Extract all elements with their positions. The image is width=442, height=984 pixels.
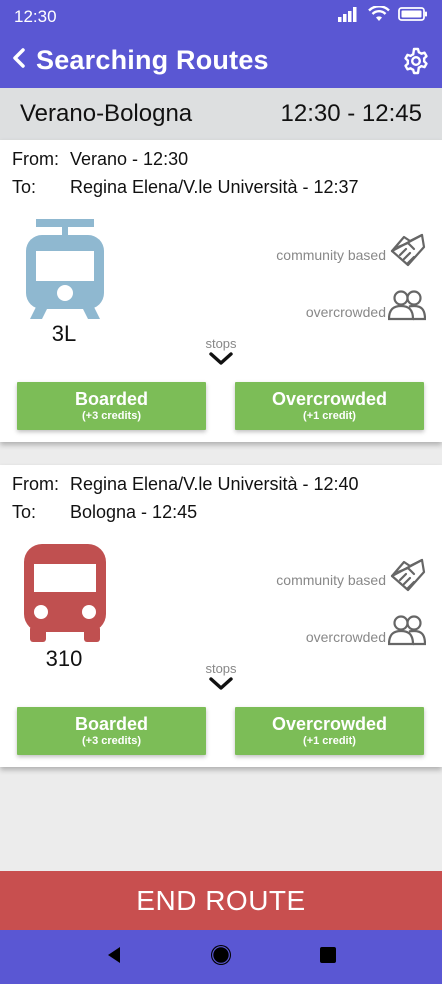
back-button[interactable] [2,33,36,88]
handshake-icon [388,233,426,274]
gear-icon [402,47,430,79]
stops-label: stops [205,661,237,676]
stops-label: stops [205,336,237,351]
route-name: Verano-Bologna [20,100,193,127]
overcrowded-button[interactable]: Overcrowded (+1 credit) [235,382,424,430]
overcrowded-btn-label: Overcrowded [271,714,388,734]
overcrowded-credits: (+1 credit) [303,735,356,747]
chevron-down-icon [208,352,234,371]
leg-from-row: From: Verano - 12:30 [12,149,188,170]
route-leg-card: From: Regina Elena/V.le Università - 12:… [0,465,442,767]
recents-square-icon [319,946,337,969]
home-circle-icon [210,944,232,971]
line-number: 310 [45,646,83,671]
overcrowded-button[interactable]: Overcrowded (+1 credit) [235,707,424,755]
from-value: Verano - 12:30 [70,149,189,169]
route-header: Verano-Bologna 12:30 - 12:45 [0,88,442,140]
route-time-range: 12:30 - 12:45 [280,100,422,127]
community-based-label: community based [276,247,386,263]
battery-icon [398,6,428,27]
to-value: Bologna - 12:45 [70,502,198,522]
nav-back-button[interactable] [99,942,129,972]
end-route-button[interactable]: END ROUTE [0,871,442,930]
app-bar: Searching Routes [0,33,442,88]
settings-button[interactable] [402,47,430,75]
boarded-label: Boarded [74,714,148,734]
status-icons [338,5,428,27]
handshake-icon [388,558,426,599]
status-bar: 12:30 [0,0,442,33]
to-label: To: [12,177,37,197]
boarded-label: Boarded [74,389,148,409]
back-triangle-icon [105,946,123,969]
system-nav-bar [0,930,442,984]
route-leg-card: From: Verano - 12:30 To: Regina Elena/V.… [0,140,442,442]
chevron-left-icon [11,47,27,74]
overcrowded-label: overcrowded [305,629,386,645]
overcrowded-credits: (+1 credit) [303,410,356,422]
stops-toggle[interactable]: stops [196,661,246,697]
bus-icon [24,544,106,649]
boarded-credits: (+3 credits) [82,735,141,747]
boarded-button[interactable]: Boarded (+3 credits) [17,382,206,430]
line-number: 3L [51,321,77,346]
from-value: Regina Elena/V.le Università - 12:40 [70,474,359,494]
people-icon [387,614,427,651]
signal-icon [338,6,360,27]
page-title: Searching Routes [36,45,269,75]
overcrowded-label: overcrowded [305,304,386,320]
to-value: Regina Elena/V.le Università - 12:37 [70,177,359,197]
status-time: 12:30 [14,6,57,26]
boarded-credits: (+3 credits) [82,410,141,422]
chevron-down-icon [208,677,234,696]
from-label: From: [12,149,59,169]
nav-home-button[interactable] [206,942,236,972]
people-icon [387,289,427,326]
tram-icon [26,219,104,326]
leg-from-row: From: Regina Elena/V.le Università - 12:… [12,474,359,495]
stops-toggle[interactable]: stops [196,336,246,372]
from-label: From: [12,474,59,494]
nav-recents-button[interactable] [313,942,343,972]
overcrowded-btn-label: Overcrowded [271,389,388,409]
wifi-icon [368,5,390,27]
boarded-button[interactable]: Boarded (+3 credits) [17,707,206,755]
to-label: To: [12,502,37,522]
community-based-label: community based [276,572,386,588]
leg-to-row: To: Bologna - 12:45 [12,502,197,523]
leg-to-row: To: Regina Elena/V.le Università - 12:37 [12,177,359,198]
